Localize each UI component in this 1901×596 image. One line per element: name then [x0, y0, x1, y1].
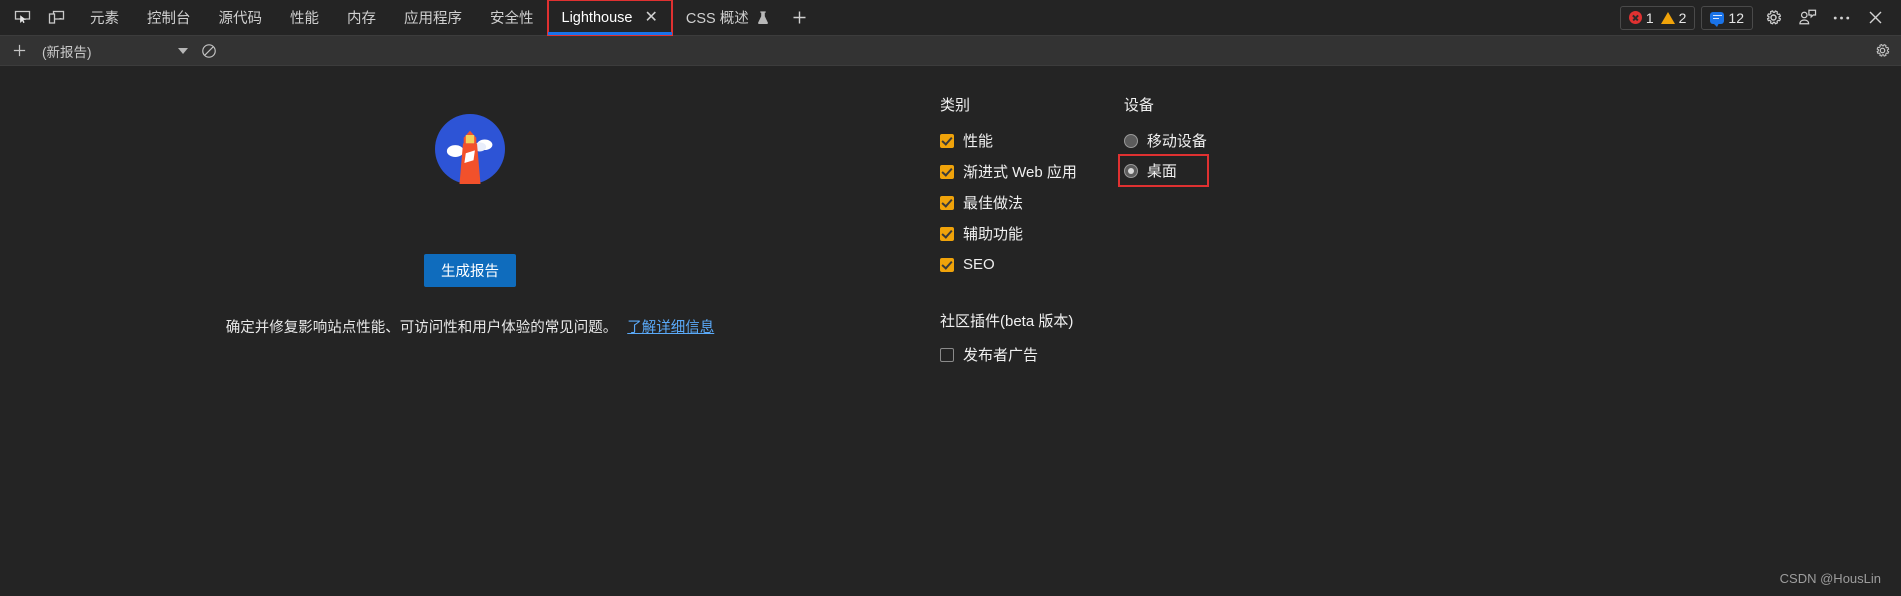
- lighthouse-options-form: 类别 性能 渐进式 Web 应用 最佳做法 辅助功能 SEO 社区: [940, 66, 1207, 596]
- lighthouse-toolbar-right: [1869, 39, 1895, 63]
- categories-column: 类别 性能 渐进式 Web 应用 最佳做法 辅助功能 SEO 社区: [940, 94, 1077, 596]
- category-checkbox-pwa[interactable]: 渐进式 Web 应用: [940, 156, 1077, 187]
- category-checkbox-best-practices[interactable]: 最佳做法: [940, 187, 1077, 218]
- close-icon[interactable]: ✕: [644, 10, 657, 26]
- error-counter[interactable]: 1: [1629, 10, 1654, 26]
- add-tab-button[interactable]: [783, 0, 817, 35]
- tabbar-right-controls: 1 2 12: [1620, 0, 1901, 35]
- panel-settings-gear-icon[interactable]: [1869, 39, 1895, 63]
- warning-count: 2: [1679, 10, 1687, 26]
- checkbox-unchecked-icon[interactable]: [940, 348, 954, 362]
- watermark: CSDN @HousLin: [1780, 571, 1881, 586]
- experiment-beaker-icon: [757, 11, 769, 25]
- device-column: 设备 移动设备 桌面: [1124, 94, 1207, 596]
- checkbox-checked-icon[interactable]: [940, 165, 954, 179]
- tab-memory[interactable]: 内存: [333, 0, 390, 35]
- inspect-element-icon[interactable]: [8, 5, 36, 31]
- start-view-description: 确定并修复影响站点性能、可访问性和用户体验的常见问题。 了解详细信息: [226, 316, 715, 337]
- category-checkbox-performance[interactable]: 性能: [940, 125, 1077, 156]
- lighthouse-toolbar: (新报告): [0, 36, 1901, 66]
- messages-counter-group[interactable]: 12: [1701, 6, 1753, 30]
- plugin-label: 发布者广告: [963, 344, 1038, 365]
- tabbar-left-icons: [0, 0, 76, 35]
- warning-icon: [1661, 12, 1675, 24]
- radio-selected-icon[interactable]: [1124, 164, 1138, 178]
- learn-more-link[interactable]: 了解详细信息: [627, 316, 714, 337]
- checkbox-checked-icon[interactable]: [940, 227, 954, 241]
- plugin-checkbox-publisher-ads[interactable]: 发布者广告: [940, 339, 1077, 370]
- tab-label: 控制台: [147, 7, 191, 28]
- tab-security[interactable]: 安全性: [476, 0, 548, 35]
- tab-label: 应用程序: [404, 7, 462, 28]
- tab-lighthouse[interactable]: Lighthouse ✕: [548, 0, 672, 35]
- checkbox-checked-icon[interactable]: [940, 258, 954, 272]
- message-counter[interactable]: 12: [1710, 10, 1744, 26]
- category-checkbox-seo[interactable]: SEO: [940, 249, 1077, 280]
- feedback-icon[interactable]: [1793, 5, 1821, 31]
- message-bubble-icon: [1710, 12, 1724, 24]
- add-report-icon[interactable]: [6, 39, 32, 63]
- tab-label: 元素: [90, 7, 119, 28]
- generate-report-button[interactable]: 生成报告: [424, 254, 516, 287]
- report-select-value: (新报告): [42, 41, 92, 61]
- tab-label: 源代码: [219, 7, 263, 28]
- device-title: 设备: [1124, 94, 1207, 115]
- panel-tabs: 元素 控制台 源代码 性能 内存 应用程序 安全性 Lighthouse ✕ C…: [76, 0, 817, 35]
- settings-gear-icon[interactable]: [1759, 5, 1787, 31]
- tab-label: 安全性: [490, 7, 534, 28]
- devtools-tab-bar: 元素 控制台 源代码 性能 内存 应用程序 安全性 Lighthouse ✕ C…: [0, 0, 1901, 36]
- checkbox-checked-icon[interactable]: [940, 134, 954, 148]
- category-label: 辅助功能: [963, 223, 1023, 244]
- lighthouse-start-view: 生成报告 确定并修复影响站点性能、可访问性和用户体验的常见问题。 了解详细信息 …: [0, 66, 1901, 596]
- chevron-down-icon: [178, 48, 188, 54]
- category-label: 性能: [963, 130, 993, 151]
- issues-counter-group[interactable]: 1 2: [1620, 6, 1696, 30]
- tab-sources[interactable]: 源代码: [205, 0, 277, 35]
- device-radio-mobile[interactable]: 移动设备: [1124, 125, 1207, 156]
- message-count: 12: [1728, 10, 1744, 26]
- description-text: 确定并修复影响站点性能、可访问性和用户体验的常见问题。: [226, 316, 618, 337]
- tab-label: 性能: [290, 7, 319, 28]
- report-select[interactable]: (新报告): [36, 40, 196, 62]
- warning-counter[interactable]: 2: [1661, 10, 1687, 26]
- more-options-icon[interactable]: [1827, 5, 1855, 31]
- radio-unselected-icon[interactable]: [1124, 134, 1138, 148]
- category-label: SEO: [963, 256, 995, 273]
- tab-performance[interactable]: 性能: [276, 0, 333, 35]
- tab-label: CSS 概述: [686, 7, 749, 28]
- tab-elements[interactable]: 元素: [76, 0, 133, 35]
- plugins-title: 社区插件(beta 版本): [940, 310, 1077, 331]
- tab-application[interactable]: 应用程序: [390, 0, 476, 35]
- lighthouse-logo: [435, 114, 505, 184]
- start-view-center-column: 生成报告 确定并修复影响站点性能、可访问性和用户体验的常见问题。 了解详细信息: [0, 66, 940, 596]
- device-label: 桌面: [1147, 160, 1177, 181]
- category-label: 最佳做法: [963, 192, 1023, 213]
- categories-title: 类别: [940, 94, 1077, 115]
- tab-label: 内存: [347, 7, 376, 28]
- tab-label: Lighthouse: [562, 10, 633, 26]
- device-toolbar-icon[interactable]: [42, 5, 70, 31]
- close-devtools-icon[interactable]: [1861, 5, 1889, 31]
- error-icon: [1629, 11, 1642, 24]
- category-checkbox-accessibility[interactable]: 辅助功能: [940, 218, 1077, 249]
- tab-css-overview[interactable]: CSS 概述: [672, 0, 783, 35]
- error-count: 1: [1646, 10, 1654, 26]
- tab-console[interactable]: 控制台: [133, 0, 205, 35]
- clear-all-icon[interactable]: [196, 39, 222, 63]
- device-label: 移动设备: [1147, 130, 1207, 151]
- checkbox-checked-icon[interactable]: [940, 196, 954, 210]
- category-label: 渐进式 Web 应用: [963, 161, 1077, 182]
- device-radio-desktop[interactable]: 桌面: [1120, 156, 1207, 185]
